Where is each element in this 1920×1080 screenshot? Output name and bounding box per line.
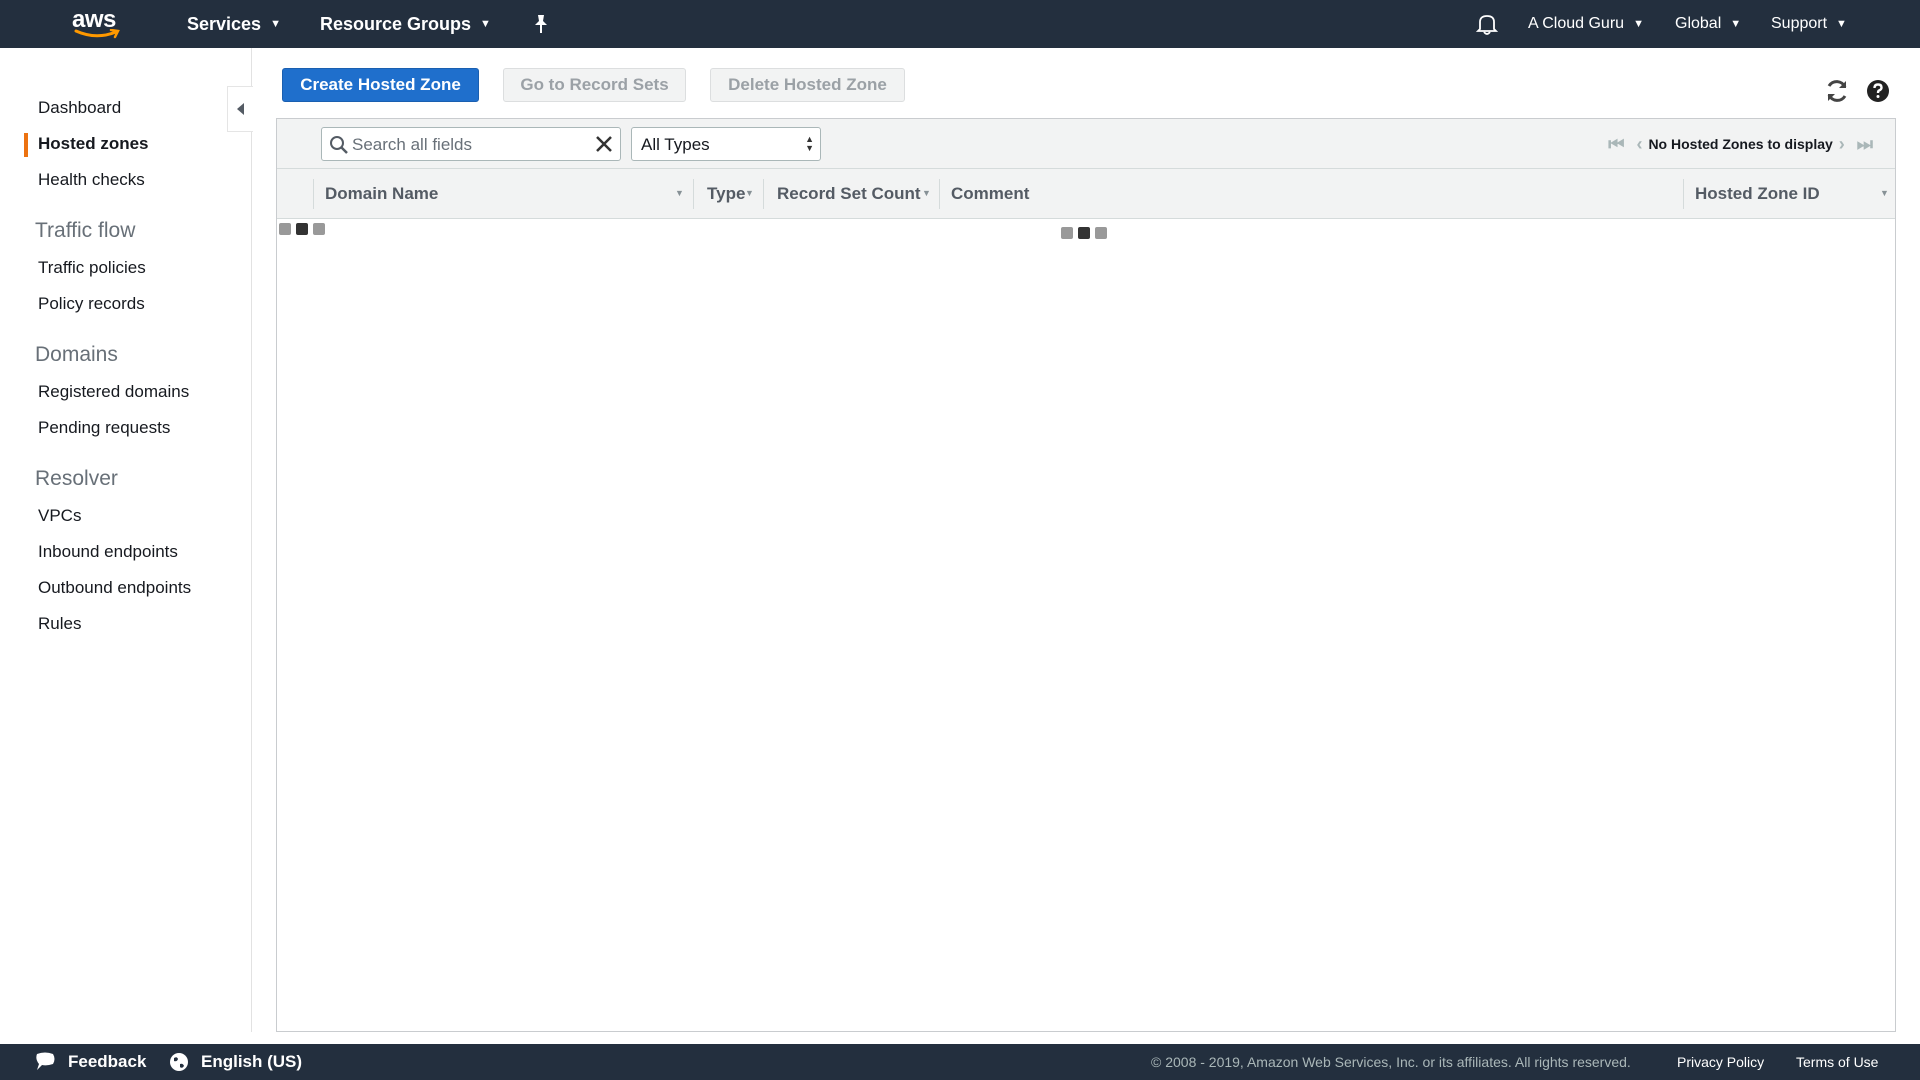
- chevron-down-icon: ▼: [1633, 18, 1644, 30]
- footer: Feedback English (US) © 2008 - 2019, Ama…: [0, 1044, 1920, 1080]
- table-header: Domain Name ▼ Type ▼ Record Set Count ▼ …: [277, 169, 1895, 219]
- support-menu[interactable]: Support ▼: [1771, 0, 1847, 48]
- services-label: Services: [187, 13, 262, 34]
- go-to-record-sets-button[interactable]: Go to Record Sets: [503, 68, 686, 102]
- sort-icon[interactable]: ▼: [1880, 188, 1889, 198]
- sidebar-heading-domains: Domains: [35, 343, 118, 366]
- delete-hosted-zone-button[interactable]: Delete Hosted Zone: [710, 68, 905, 102]
- aws-logo[interactable]: aws: [72, 6, 124, 42]
- create-hosted-zone-button[interactable]: Create Hosted Zone: [282, 68, 479, 102]
- filter-bar: All Types ▲▼ ⏮ ‹ No Hosted Zones to disp…: [277, 119, 1895, 169]
- copyright-text: © 2008 - 2019, Amazon Web Services, Inc.…: [1151, 1054, 1631, 1070]
- last-page-icon[interactable]: ⏭: [1857, 134, 1873, 155]
- language-selector[interactable]: English (US): [169, 1044, 302, 1080]
- chevron-left-icon: [236, 103, 244, 115]
- hosted-zones-table: All Types ▲▼ ⏮ ‹ No Hosted Zones to disp…: [276, 118, 1896, 1032]
- column-domain-name[interactable]: Domain Name: [325, 169, 438, 219]
- chevron-down-icon: ▼: [480, 18, 491, 30]
- sidebar-item-inbound-endpoints[interactable]: Inbound endpoints: [38, 542, 178, 562]
- previous-page-icon[interactable]: ‹: [1636, 134, 1642, 155]
- column-divider: [313, 179, 314, 209]
- active-indicator: [24, 133, 28, 157]
- support-label: Support: [1771, 15, 1828, 32]
- column-divider: [1683, 179, 1684, 209]
- search-box[interactable]: [321, 127, 621, 161]
- resource-groups-label: Resource Groups: [320, 13, 472, 34]
- top-nav: aws Services ▼ Resource Groups ▼ A Cloud…: [0, 0, 1920, 48]
- column-comment[interactable]: Comment: [951, 169, 1029, 219]
- account-label: A Cloud Guru: [1528, 15, 1625, 32]
- select-arrows-icon: ▲ ▼: [805, 134, 814, 153]
- column-divider: [939, 179, 940, 209]
- sidebar-item-dashboard[interactable]: Dashboard: [38, 98, 121, 118]
- terms-of-use-link[interactable]: Terms of Use: [1796, 1044, 1878, 1080]
- sidebar-item-health-checks[interactable]: Health checks: [38, 170, 145, 190]
- pagination: ⏮ ‹ No Hosted Zones to display › ⏭: [1602, 119, 1879, 169]
- sidebar-item-hosted-zones[interactable]: Hosted zones: [38, 134, 149, 154]
- sidebar-item-traffic-policies[interactable]: Traffic policies: [38, 258, 146, 278]
- loading-indicator: [279, 223, 325, 235]
- chevron-down-icon: ▼: [1836, 18, 1847, 30]
- account-menu[interactable]: A Cloud Guru ▼: [1528, 0, 1644, 48]
- close-icon[interactable]: [595, 135, 613, 153]
- sidebar-item-policy-records[interactable]: Policy records: [38, 294, 145, 314]
- feedback-button[interactable]: Feedback: [34, 1044, 146, 1080]
- sort-icon[interactable]: ▼: [675, 188, 684, 198]
- loading-indicator: [1061, 227, 1107, 239]
- column-hosted-zone-id[interactable]: Hosted Zone ID: [1695, 169, 1820, 219]
- chevron-down-icon: ▼: [270, 18, 281, 30]
- column-record-set-count[interactable]: Record Set Count: [777, 169, 921, 219]
- collapse-sidebar-button[interactable]: [227, 86, 253, 132]
- column-type[interactable]: Type: [707, 169, 745, 219]
- sidebar-item-pending-requests[interactable]: Pending requests: [38, 418, 170, 438]
- bell-icon[interactable]: [1475, 13, 1499, 40]
- sidebar-item-outbound-endpoints[interactable]: Outbound endpoints: [38, 578, 191, 598]
- next-page-icon[interactable]: ›: [1839, 134, 1845, 155]
- sort-icon[interactable]: ▼: [922, 188, 931, 198]
- refresh-icon[interactable]: [1824, 78, 1850, 109]
- chevron-down-icon: ▼: [1730, 18, 1742, 30]
- help-icon[interactable]: [1866, 79, 1890, 108]
- search-input[interactable]: [352, 133, 582, 157]
- services-menu[interactable]: Services ▼: [187, 0, 281, 48]
- sidebar-heading-traffic-flow: Traffic flow: [35, 219, 136, 242]
- region-menu[interactable]: Global ▼: [1675, 0, 1741, 48]
- privacy-policy-link[interactable]: Privacy Policy: [1677, 1044, 1764, 1080]
- aws-smile-icon: [74, 29, 120, 39]
- sort-icon[interactable]: ▼: [745, 188, 754, 198]
- type-filter-select[interactable]: All Types ▲ ▼: [631, 127, 821, 161]
- resource-groups-menu[interactable]: Resource Groups ▼: [320, 0, 491, 48]
- region-label: Global: [1675, 15, 1722, 32]
- search-icon: [330, 136, 348, 154]
- pagination-status: No Hosted Zones to display: [1648, 136, 1833, 152]
- feedback-label: Feedback: [68, 1052, 147, 1071]
- column-divider: [763, 179, 764, 209]
- sidebar-item-rules[interactable]: Rules: [38, 614, 81, 634]
- sidebar: Dashboard Hosted zones Health checks Tra…: [0, 48, 252, 1032]
- first-page-icon[interactable]: ⏮: [1608, 134, 1624, 155]
- language-label: English (US): [201, 1052, 303, 1071]
- feedback-icon: [36, 1052, 55, 1070]
- column-divider: [693, 179, 694, 209]
- type-filter-value: All Types: [641, 135, 710, 154]
- sidebar-item-registered-domains[interactable]: Registered domains: [38, 382, 189, 402]
- globe-icon: [170, 1053, 188, 1071]
- sidebar-item-vpcs[interactable]: VPCs: [38, 506, 81, 526]
- pin-icon[interactable]: [532, 14, 550, 39]
- sidebar-heading-resolver: Resolver: [35, 467, 118, 490]
